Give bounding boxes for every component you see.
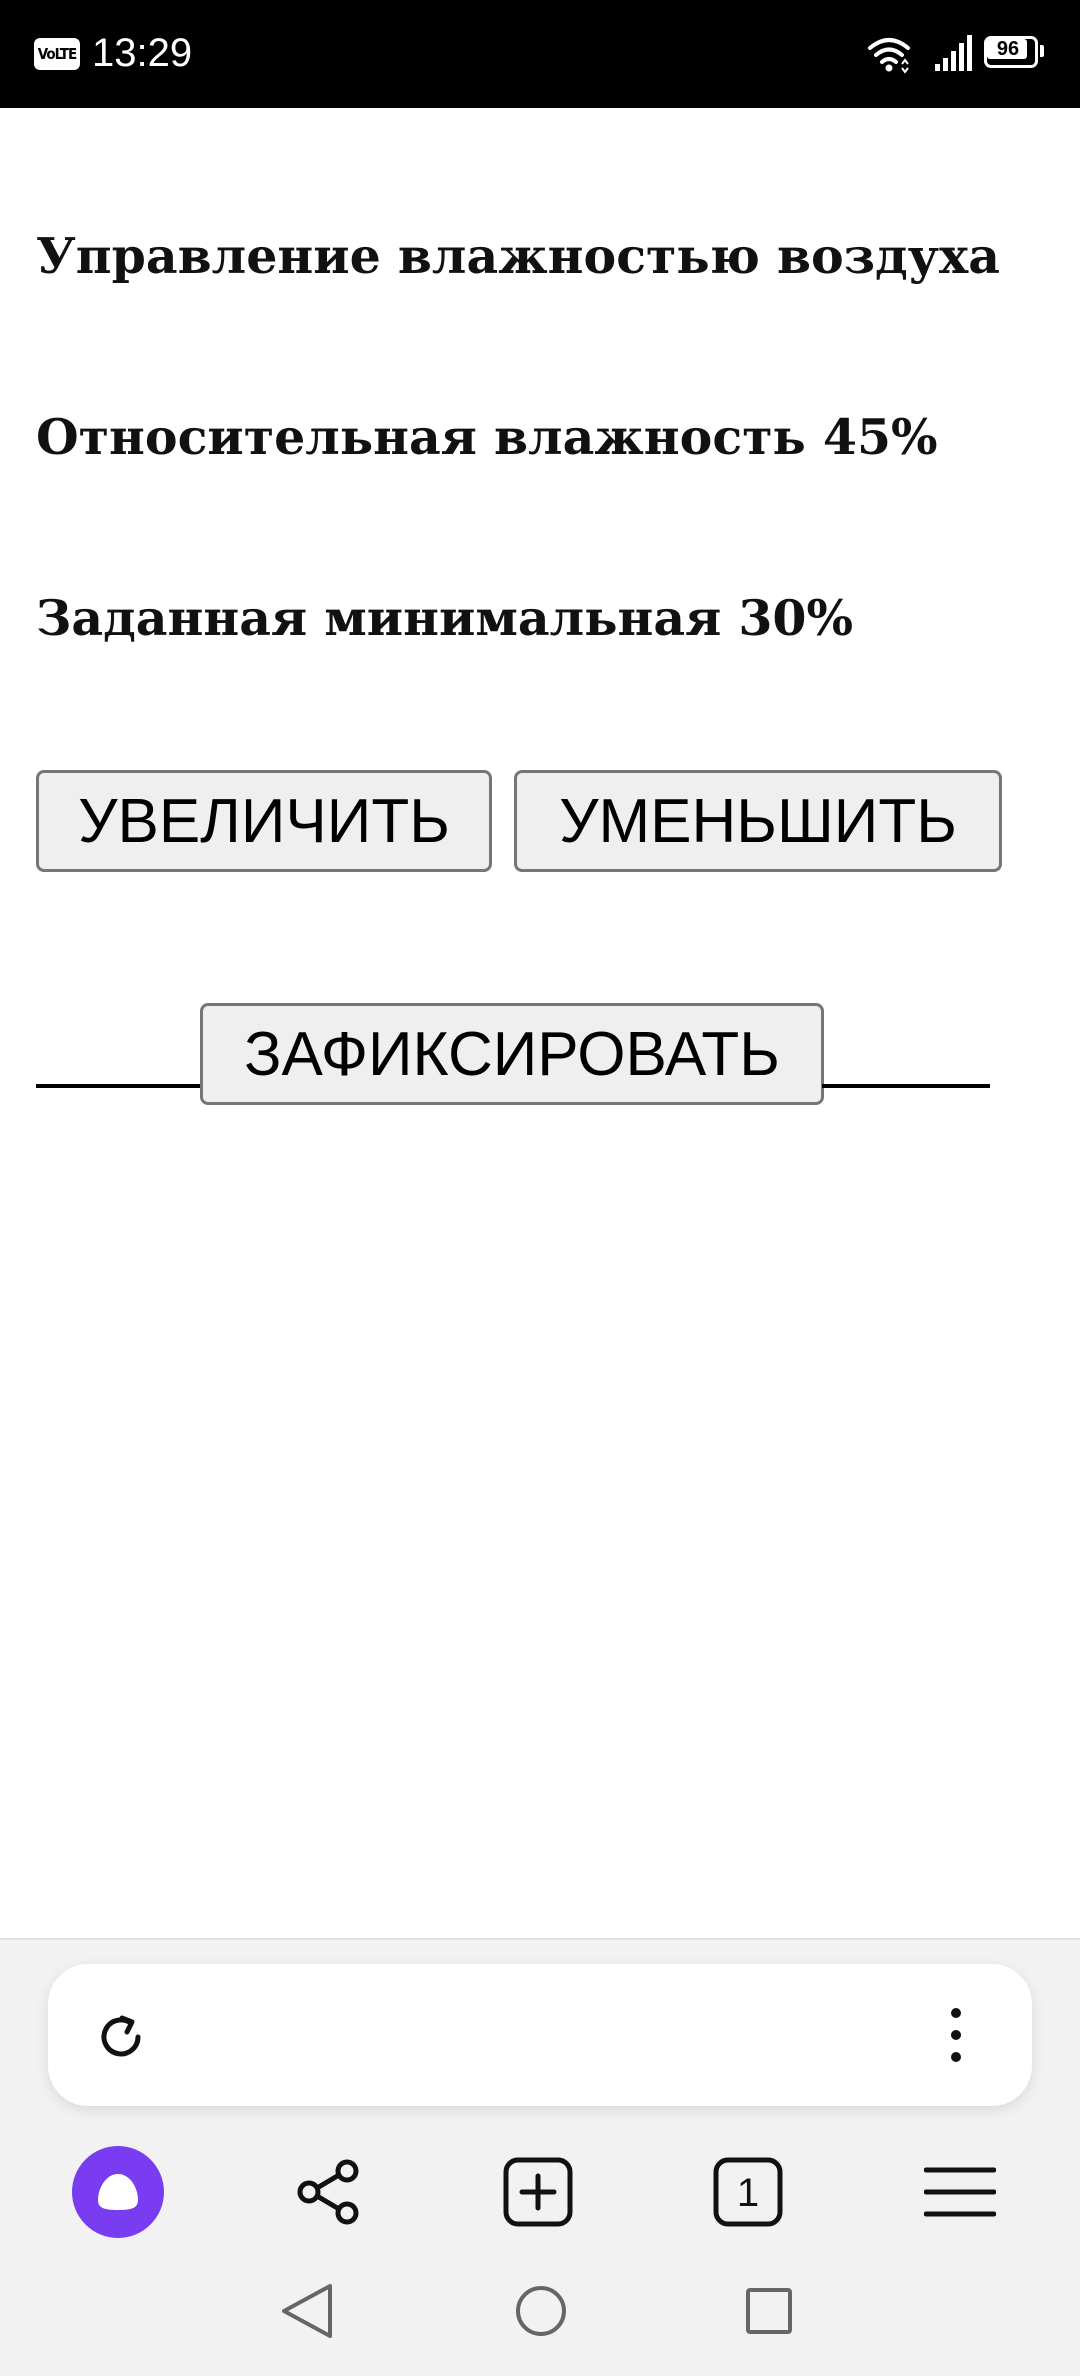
recent-apps-icon[interactable] (734, 2276, 804, 2346)
increase-button[interactable]: УВЕЛИЧИТЬ (36, 770, 492, 872)
wifi-icon (868, 38, 910, 74)
share-icon (297, 2159, 359, 2225)
fix-button[interactable]: ЗАФИКСИРОВАТЬ (200, 1003, 824, 1105)
relative-humidity-text: Относительная влажность 45% (36, 408, 938, 466)
address-text[interactable] (248, 2012, 828, 2058)
volte-badge: VoLTE (34, 38, 80, 70)
home-icon[interactable] (506, 2276, 576, 2346)
address-bar[interactable] (48, 1964, 1032, 2106)
back-icon[interactable] (272, 2276, 342, 2346)
share-button[interactable] (278, 2142, 378, 2242)
new-tab-button[interactable] (488, 2142, 588, 2242)
alice-icon (72, 2146, 164, 2238)
new-tab-icon (503, 2157, 573, 2227)
min-humidity-text: Заданная минимальная 30% (36, 589, 854, 647)
tabs-count: 1 (737, 2171, 759, 2215)
underline-left (36, 1084, 202, 1088)
decrease-button[interactable]: УМЕНЬШИТЬ (514, 770, 1002, 872)
status-bar: VoLTE 13:29 96 (0, 0, 1080, 108)
system-nav-bar (0, 2272, 1080, 2368)
reload-icon[interactable] (94, 2010, 148, 2064)
tabs-count-icon: 1 (713, 2157, 783, 2227)
cellular-signal-icon (935, 35, 972, 71)
menu-button[interactable] (910, 2142, 1010, 2242)
menu-icon (924, 2167, 996, 2217)
alice-button[interactable] (68, 2142, 168, 2242)
page-title: Управление влажностью воздуха (36, 227, 1000, 285)
battery-level: 96 (996, 38, 1020, 60)
browser-nav-bar: 1 (0, 2142, 1080, 2242)
underline-right (822, 1084, 990, 1088)
battery-icon: 96 (984, 36, 1044, 68)
status-time: 13:29 (92, 31, 193, 75)
more-options-icon[interactable] (944, 2004, 968, 2066)
tabs-button[interactable]: 1 (698, 2142, 798, 2242)
